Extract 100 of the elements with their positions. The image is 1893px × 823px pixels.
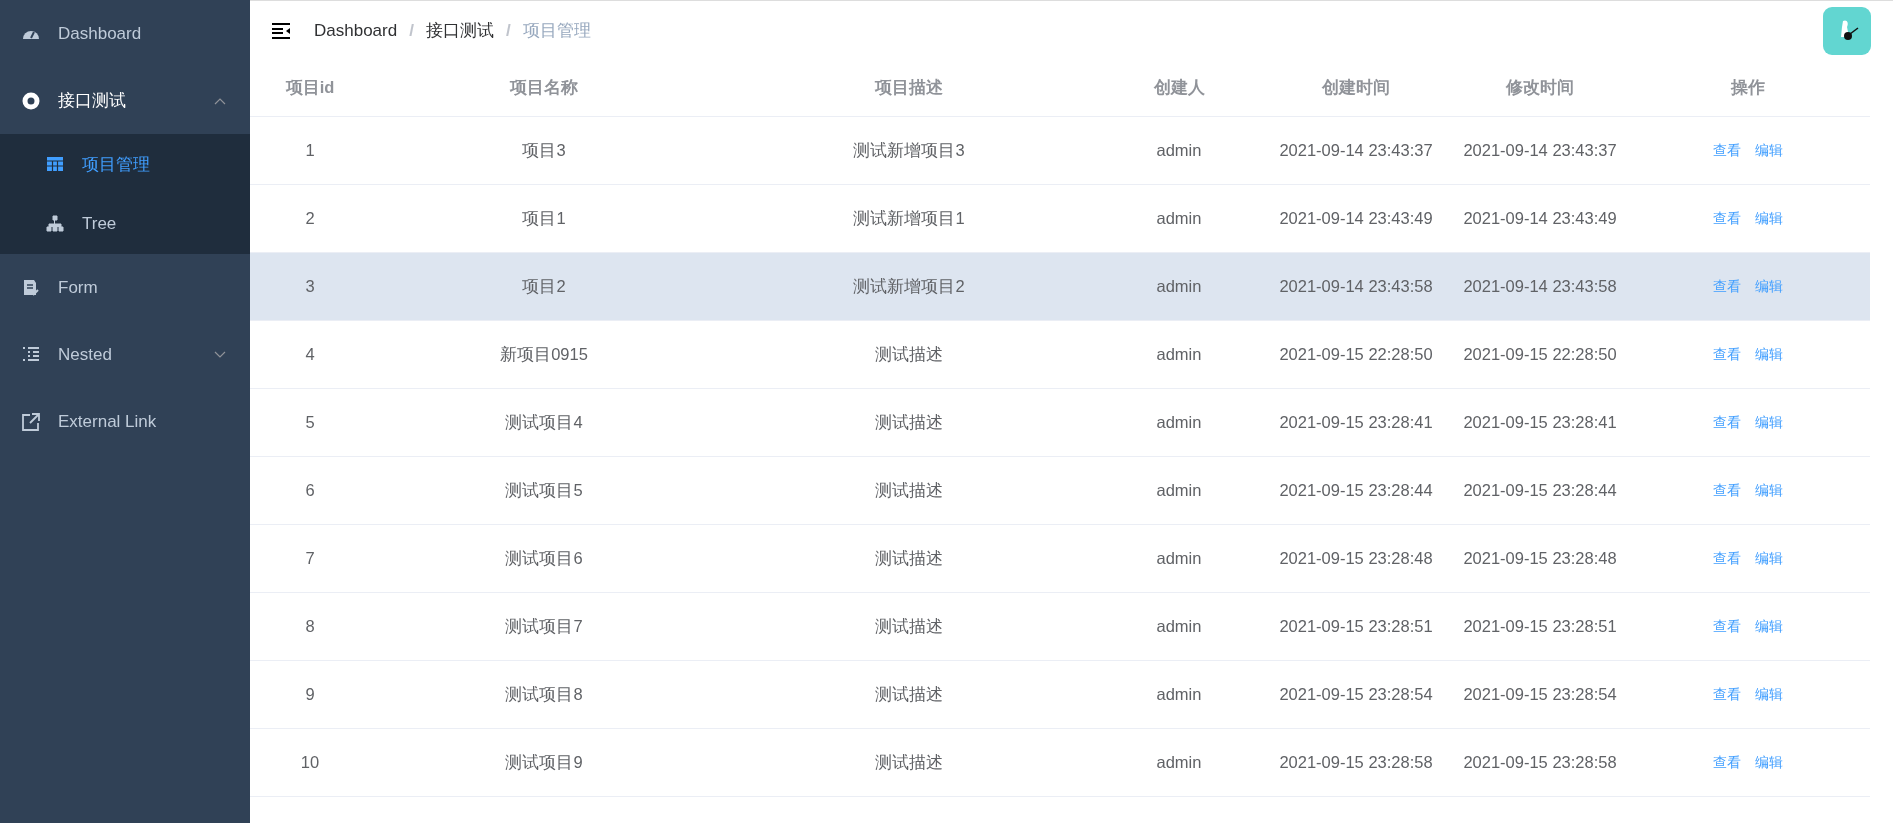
- table-cell-text: admin: [1155, 140, 1203, 161]
- table-cell-text: admin: [1155, 684, 1203, 705]
- action-link[interactable]: 编辑: [1755, 141, 1783, 160]
- table-cell-text: 测试项目4: [504, 411, 584, 433]
- table-cell-text: 测试项目7: [504, 615, 584, 637]
- table-cell-text: 4: [304, 344, 316, 365]
- table-cell-text: 2021-09-15 23:28:44: [1462, 480, 1618, 501]
- breadcrumb-item[interactable]: 接口测试: [425, 19, 494, 42]
- table-cell-text: 测试描述: [874, 343, 944, 365]
- breadcrumb-item[interactable]: Dashboard: [314, 20, 398, 41]
- table-cell-text: 测试描述: [874, 751, 944, 773]
- table-cell-text: 2021-09-15 23:28:48: [1462, 548, 1618, 569]
- table-cell-text: 新项目0915: [499, 343, 589, 365]
- action-link[interactable]: 查看: [1713, 685, 1741, 704]
- table-cell-text: 10: [299, 752, 321, 773]
- table-cell-text: 5: [304, 412, 316, 433]
- list-indent-icon: [22, 345, 40, 364]
- table-cell-text: 2021-09-15 23:28:44: [1278, 480, 1434, 501]
- hierarchy-icon: [46, 215, 64, 233]
- table-cell-text: 测试新增项目2: [852, 275, 966, 297]
- table-cell-text: 项目1: [521, 207, 567, 229]
- action-link[interactable]: 编辑: [1755, 753, 1783, 772]
- table-cell-text: admin: [1155, 752, 1203, 773]
- table-icon: [46, 155, 64, 173]
- action-link[interactable]: 编辑: [1755, 277, 1783, 296]
- table-cell-text: 项目2: [521, 275, 567, 297]
- avatar-icon[interactable]: [1823, 6, 1871, 55]
- table-cell-text: 9: [304, 684, 316, 705]
- action-link[interactable]: 查看: [1713, 481, 1741, 500]
- column-header: 修改时间: [1505, 77, 1575, 98]
- table-cell-text: admin: [1155, 208, 1203, 229]
- table-cell-text: admin: [1155, 548, 1203, 569]
- action-link[interactable]: 编辑: [1755, 345, 1783, 364]
- table-cell-text: 测试描述: [874, 411, 944, 433]
- action-link[interactable]: 查看: [1713, 345, 1741, 364]
- table-cell-text: 2021-09-14 23:43:49: [1462, 208, 1618, 229]
- table-cell-text: 6: [304, 480, 316, 501]
- column-header: 项目id: [284, 77, 336, 98]
- action-link[interactable]: 编辑: [1755, 209, 1783, 228]
- action-link[interactable]: 查看: [1713, 209, 1741, 228]
- action-link[interactable]: 编辑: [1755, 685, 1783, 704]
- table-cell-text: 2021-09-14 23:43:58: [1278, 276, 1434, 297]
- action-link[interactable]: 编辑: [1755, 481, 1783, 500]
- column-header: 操作: [1729, 77, 1766, 98]
- table-cell-text: admin: [1155, 344, 1203, 365]
- table-cell-text: 测试新增项目3: [852, 139, 966, 161]
- table-cell-text: 测试描述: [874, 615, 944, 637]
- action-link[interactable]: 编辑: [1755, 549, 1783, 568]
- table-cell-text: 测试项目8: [504, 683, 584, 705]
- menu-item[interactable]: 项目管理: [0, 134, 250, 194]
- table-cell-text: 测试描述: [874, 683, 944, 705]
- table-cell-text: 2021-09-15 23:28:41: [1462, 412, 1618, 433]
- table-cell-text: 2021-09-15 23:28:58: [1462, 752, 1618, 773]
- table-cell-text: 2021-09-15 23:28:58: [1278, 752, 1434, 773]
- action-link[interactable]: 编辑: [1755, 413, 1783, 432]
- menu-icon[interactable]: [272, 22, 290, 39]
- chevron-down-icon: [214, 350, 226, 359]
- table-cell-text: admin: [1155, 276, 1203, 297]
- breadcrumb-item: 项目管理: [522, 20, 591, 42]
- table-cell-text: 2021-09-15 23:28:51: [1278, 616, 1434, 637]
- table-cell-text: 测试项目6: [504, 547, 584, 569]
- document-edit-icon: [22, 278, 40, 297]
- table-cell-text: 2021-09-15 22:28:50: [1278, 344, 1434, 365]
- table-cell-text: admin: [1155, 616, 1203, 637]
- gauge-icon: [22, 28, 40, 39]
- table-cell-text: 2021-09-14 23:43:37: [1462, 140, 1618, 161]
- table-cell-text: 测试项目9: [504, 751, 584, 773]
- column-header: 项目名称: [508, 77, 579, 98]
- table-cell-text: 测试新增项目1: [852, 207, 966, 229]
- table-cell-text: 1: [304, 140, 316, 161]
- table-cell-text: 3: [304, 276, 316, 297]
- table-cell-text: 8: [304, 616, 316, 637]
- breadcrumb-separator: /: [505, 20, 511, 41]
- table-cell-text: 7: [304, 548, 316, 569]
- external-link-icon: [22, 412, 40, 431]
- table-cell-text: 2021-09-14 23:43:58: [1462, 276, 1618, 297]
- table-cell-text: admin: [1155, 412, 1203, 433]
- column-header: 创建人: [1152, 77, 1206, 98]
- action-link[interactable]: 查看: [1713, 753, 1741, 772]
- action-link[interactable]: 查看: [1713, 413, 1741, 432]
- column-header: 创建时间: [1321, 77, 1391, 98]
- table-cell-text: 测试描述: [874, 479, 944, 501]
- breadcrumb-separator: /: [409, 20, 414, 41]
- table-cell-text: 2021-09-14 23:43:49: [1278, 208, 1434, 229]
- column-header: 项目描述: [873, 77, 944, 98]
- action-link[interactable]: 编辑: [1755, 617, 1783, 636]
- table-cell-text: 2021-09-15 23:28:54: [1462, 684, 1618, 705]
- lifebuoy-icon: [22, 91, 40, 110]
- table-cell-text: 2: [304, 208, 316, 229]
- table-cell-text: 2021-09-15 23:28:51: [1462, 616, 1618, 637]
- menu-item[interactable]: Tree: [0, 194, 250, 254]
- action-link[interactable]: 查看: [1713, 277, 1741, 296]
- table-cell-text: 2021-09-15 23:28:41: [1278, 412, 1434, 433]
- table-cell-text: 项目3: [521, 139, 567, 161]
- table-cell-text: 测试描述: [874, 547, 944, 569]
- table-cell-text: admin: [1155, 480, 1203, 501]
- action-link[interactable]: 查看: [1713, 141, 1741, 160]
- action-link[interactable]: 查看: [1713, 549, 1741, 568]
- action-link[interactable]: 查看: [1713, 617, 1741, 636]
- table-cell-text: 测试项目5: [504, 479, 584, 501]
